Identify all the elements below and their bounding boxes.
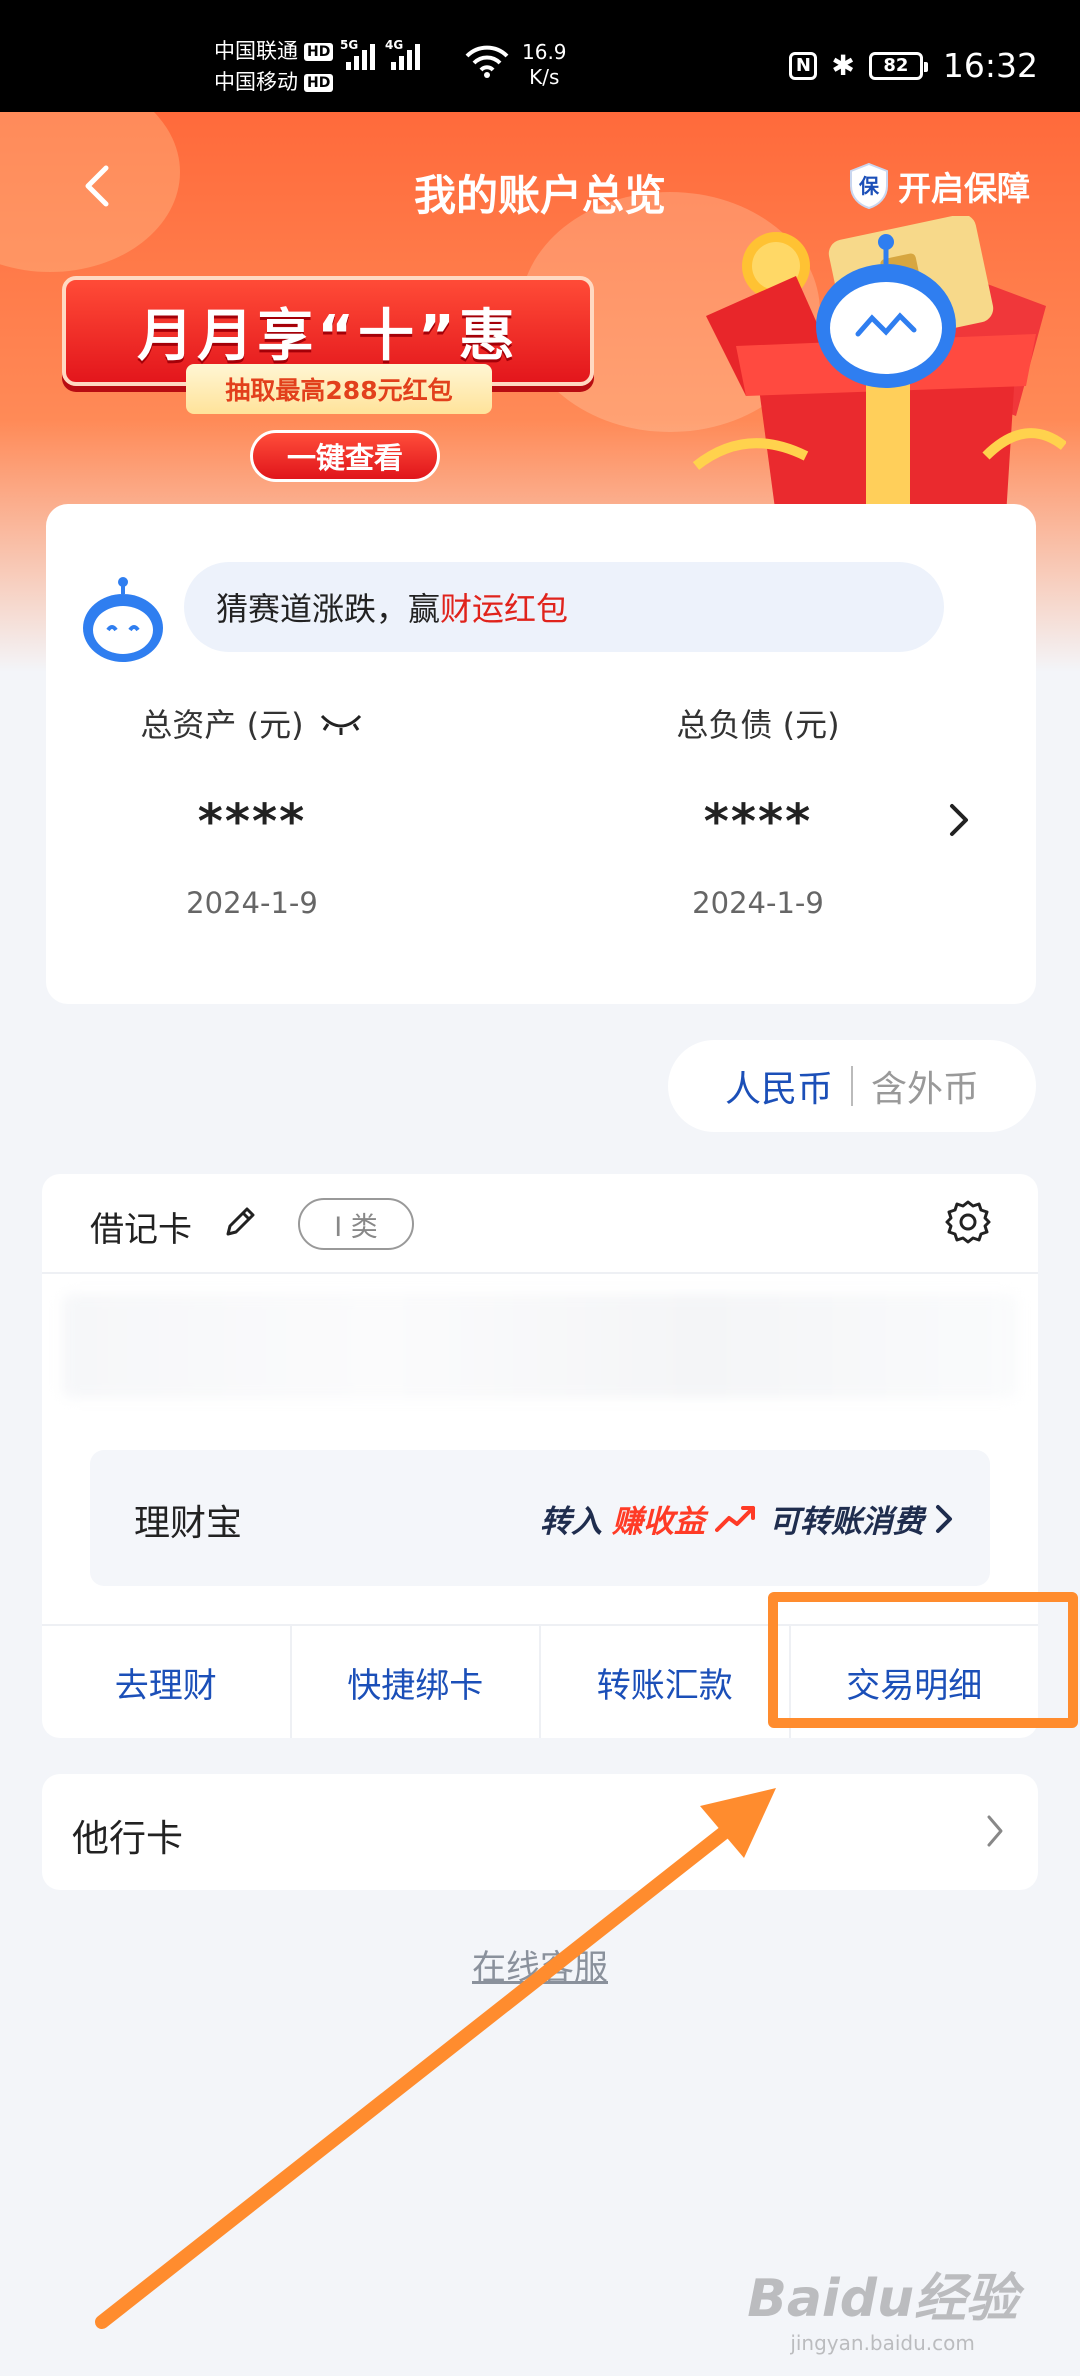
watermark-sub: jingyan.baidu.com (790, 2331, 975, 2355)
gift-box-illustration (692, 216, 1066, 516)
chevron-right-icon (987, 1815, 1003, 1847)
promo-subtitle: 抽取最高288元红包 (186, 364, 492, 414)
edit-icon[interactable] (220, 1202, 260, 1242)
total-assets-value: **** (197, 794, 307, 850)
baidu-watermark: Baidu经验 jingyan.baidu.com (747, 2256, 1018, 2355)
gear-icon[interactable] (944, 1198, 992, 1246)
robot-avatar-icon (83, 577, 163, 662)
transfer-button[interactable]: 转账汇款 (541, 1626, 791, 1738)
hd-badge: HD (304, 42, 334, 61)
status-time: 16:32 (942, 46, 1038, 85)
status-bar: 中国联通 HD 中国移动 HD 5G 4G 16.9 K/s N ✱ 82 16:3… (0, 0, 1080, 112)
total-debt-date: 2024-1-9 (692, 886, 824, 920)
card-class-badge: I 类 (298, 1198, 414, 1250)
licaibao-name: 理财宝 (134, 1503, 243, 1544)
svg-text:保: 保 (858, 174, 880, 198)
total-debt-value: **** (703, 794, 813, 850)
asset-overview-card: 猜赛道涨跌，赢 财运红包 总资产 (元) **** 2024-1-9 总负债 (元… (46, 504, 1036, 1004)
guarantee-label: 开启保障 (898, 169, 1030, 208)
total-assets-date: 2024-1-9 (186, 886, 318, 920)
licaibao-promo: 转入 赚收益 可转账消费 (540, 1496, 954, 1541)
quick-bind-card-button[interactable]: 快捷绑卡 (292, 1626, 541, 1738)
currency-toggle[interactable]: 人民币 含外币 (668, 1040, 1036, 1132)
licaibao-entry[interactable]: 理财宝 转入 赚收益 可转账消费 (90, 1450, 990, 1586)
hd-badge: HD (304, 73, 334, 92)
shield-icon: 保 (850, 162, 888, 210)
currency-rmb-option[interactable]: 人民币 (725, 1060, 833, 1112)
signal-icons: 5G 4G (340, 38, 420, 70)
other-bank-card-title: 他行卡 (72, 1817, 183, 1860)
carrier-1: 中国联通 (214, 39, 298, 63)
guess-trend-tip[interactable]: 猜赛道涨跌，赢 财运红包 (184, 562, 944, 652)
currency-divider (851, 1066, 853, 1106)
wifi-icon (465, 45, 509, 78)
debit-card-header: 借记卡 I 类 (42, 1174, 1038, 1274)
chevron-right-icon[interactable] (948, 802, 970, 838)
total-debt: 总负债 (元) **** 2024-1-9 (578, 700, 938, 920)
online-service-link[interactable]: 在线客服 (0, 1940, 1080, 1989)
chevron-right-icon (936, 1504, 952, 1533)
bluetooth-icon: ✱ (831, 49, 855, 82)
promo-view-button[interactable]: 一键查看 (250, 430, 440, 482)
watermark-main: Baidu经验 (747, 2269, 1018, 2329)
network-speed: 16.9 K/s (522, 40, 567, 89)
total-assets: 总资产 (元) **** 2024-1-9 (72, 700, 432, 920)
carrier-info: 中国联通 HD 中国移动 HD (214, 36, 334, 98)
annotation-highlight-box (768, 1592, 1078, 1728)
guarantee-button[interactable]: 保 开启保障 (848, 162, 1030, 210)
tip-text: 猜赛道涨跌，赢 (216, 590, 441, 628)
signal-5g-icon: 5G (340, 38, 375, 70)
total-debt-label: 总负债 (元) (676, 706, 840, 744)
nfc-icon: N (789, 51, 818, 80)
tip-highlight: 财运红包 (440, 590, 569, 628)
promo-title: 月月享“十”惠 (137, 303, 519, 369)
trend-up-icon (715, 1505, 755, 1532)
other-bank-card-row[interactable]: 他行卡 (42, 1774, 1038, 1890)
total-assets-label: 总资产 (元) (140, 706, 304, 744)
currency-foreign-option[interactable]: 含外币 (871, 1060, 979, 1112)
go-invest-button[interactable]: 去理财 (42, 1626, 292, 1738)
battery-icon: 82 (868, 51, 928, 80)
debit-card-title: 借记卡 (90, 1210, 192, 1250)
eye-closed-icon[interactable] (318, 708, 364, 738)
carrier-2: 中国移动 (214, 70, 298, 94)
signal-4g-icon: 4G (385, 38, 420, 70)
blurred-card-info (62, 1294, 1018, 1398)
